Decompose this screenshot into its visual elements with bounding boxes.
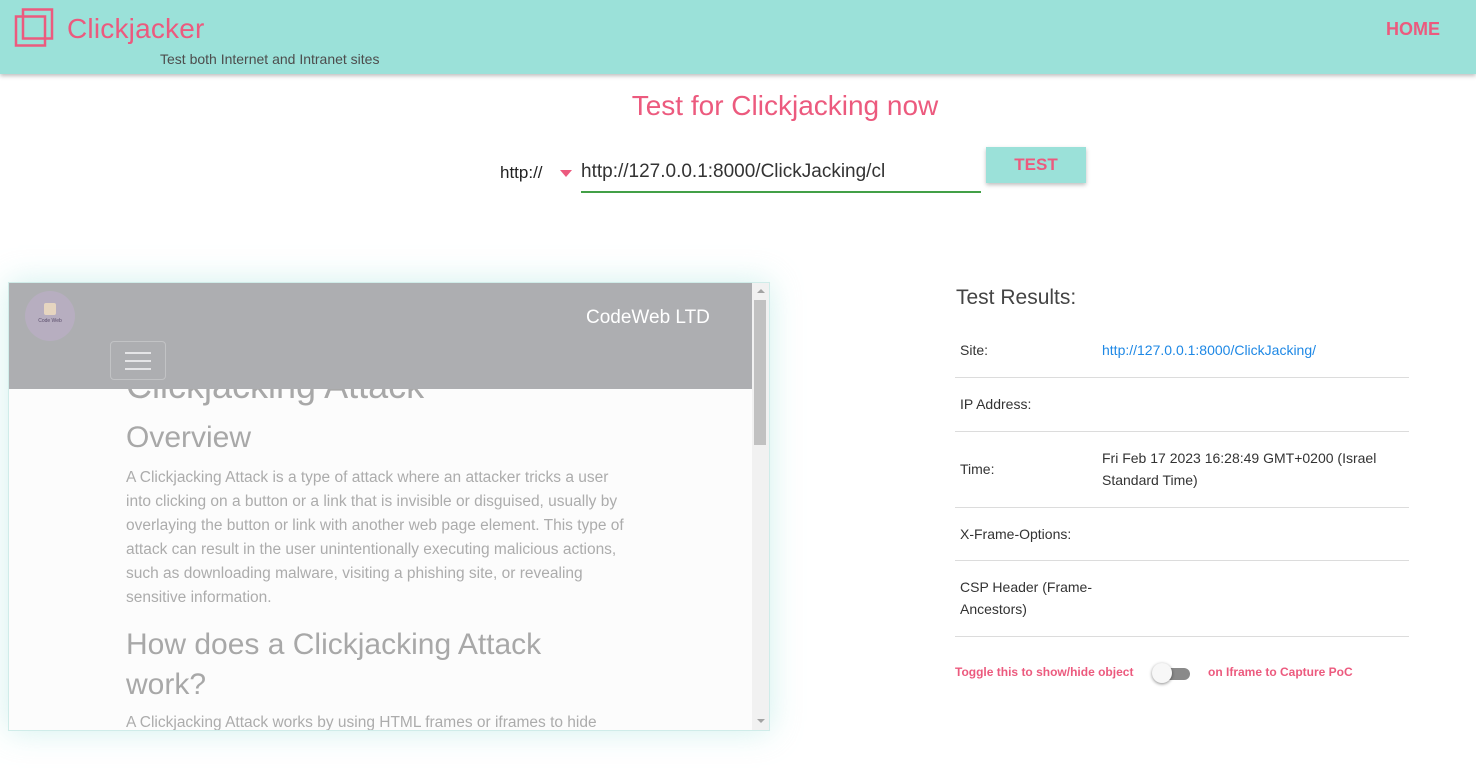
company-name[interactable]: CodeWeb LTD <box>586 307 710 329</box>
home-link[interactable]: HOME <box>1386 19 1440 40</box>
how-heading: How does a Clickjacking Attack work? <box>126 628 542 701</box>
result-value <box>1097 560 1409 637</box>
result-value: http://127.0.0.1:8000/ClickJacking/ <box>1097 324 1409 378</box>
hamburger-menu-button[interactable] <box>110 341 166 380</box>
overview-paragraph: A Clickjacking Attack is a type of attac… <box>126 469 624 606</box>
result-label: CSP Header (Frame-Ancestors) <box>955 560 1097 637</box>
result-value <box>1097 377 1409 432</box>
result-label: IP Address: <box>955 377 1097 432</box>
brand-name: Clickjacker <box>67 13 205 44</box>
result-label: Site: <box>955 324 1097 378</box>
iframe-preview[interactable]: Code Web CodeWeb LTD Clickjacking Attack… <box>8 282 770 731</box>
result-value: Fri Feb 17 2023 16:28:49 GMT+0200 (Israe… <box>1097 431 1409 508</box>
menu-icon <box>125 352 151 354</box>
result-row-xframe: X-Frame-Options: <box>955 507 1409 561</box>
result-row-site: Site: http://127.0.0.1:8000/ClickJacking… <box>955 324 1409 378</box>
results-title: Test Results: <box>956 286 1077 309</box>
iframe-scrollbar[interactable] <box>752 283 769 730</box>
results-table: Site: http://127.0.0.1:8000/ClickJacking… <box>955 324 1409 637</box>
page-title: Test for Clickjacking now <box>631 90 939 121</box>
logo-icon <box>14 8 54 47</box>
test-button[interactable]: TEST <box>986 147 1086 183</box>
result-row-time: Time: Fri Feb 17 2023 16:28:49 GMT+0200 … <box>955 431 1409 508</box>
top-bar: Clickjacker Test both Internet and Intra… <box>0 0 1476 74</box>
result-label: X-Frame-Options: <box>955 507 1097 561</box>
poc-toggle-switch[interactable] <box>1152 663 1190 683</box>
company-logo-text: Code Web <box>38 318 62 324</box>
scroll-up-icon[interactable] <box>757 289 765 293</box>
company-logo[interactable]: Code Web <box>25 291 75 341</box>
overview-heading: Overview <box>126 421 252 454</box>
caret-down-icon <box>560 170 572 177</box>
how-paragraph: A Clickjacking Attack works by using HTM… <box>126 714 597 731</box>
switch-knob[interactable] <box>1152 663 1172 683</box>
result-row-ip: IP Address: <box>955 377 1409 432</box>
scroll-thumb[interactable] <box>754 300 766 445</box>
toggle-label-before: Toggle this to show/hide object <box>955 665 1134 679</box>
result-label: Time: <box>955 431 1097 508</box>
protocol-select[interactable]: http:// <box>500 160 578 186</box>
tagline: Test both Internet and Intranet sites <box>160 51 380 67</box>
site-link[interactable]: http://127.0.0.1:8000/ClickJacking/ <box>1102 342 1316 358</box>
framed-site-navbar: Code Web CodeWeb LTD <box>9 283 752 389</box>
result-row-csp: CSP Header (Frame-Ancestors) <box>955 560 1409 637</box>
toggle-label-after: on Iframe to Capture PoC <box>1208 665 1353 679</box>
result-value <box>1097 507 1409 561</box>
scroll-down-icon[interactable] <box>757 719 765 723</box>
url-input[interactable] <box>581 152 981 193</box>
protocol-value: http:// <box>500 163 543 182</box>
book-icon <box>44 303 56 315</box>
iframe-content: Code Web CodeWeb LTD Clickjacking Attack… <box>9 283 752 731</box>
